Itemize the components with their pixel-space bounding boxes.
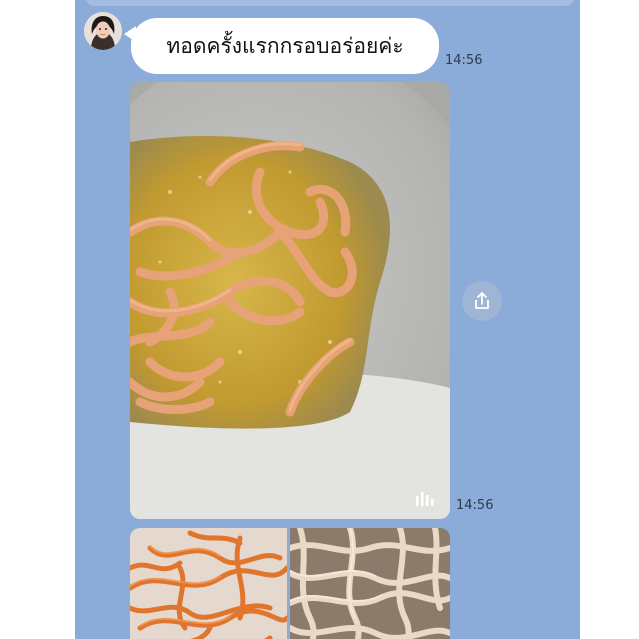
video-bars-icon xyxy=(416,492,434,506)
chat-pane: ทอดครั้งแรกกรอบอร่อยค่ะ 14:56 14:56 xyxy=(75,0,580,639)
previous-message-bubble xyxy=(85,0,575,6)
avatar[interactable] xyxy=(84,12,122,50)
message-bubble[interactable]: ทอดครั้งแรกกรอบอร่อยค่ะ xyxy=(131,18,439,74)
message-text: ทอดครั้งแรกกรอบอร่อยค่ะ xyxy=(166,33,404,58)
photo-message-frying[interactable] xyxy=(130,82,450,519)
share-icon xyxy=(475,292,489,309)
photo-grid-item-raw[interactable] xyxy=(290,528,450,639)
share-button[interactable] xyxy=(462,281,502,321)
photo-grid-item-orange[interactable] xyxy=(130,528,287,639)
photo-time: 14:56 xyxy=(456,498,494,513)
message-time: 14:56 xyxy=(445,53,483,68)
